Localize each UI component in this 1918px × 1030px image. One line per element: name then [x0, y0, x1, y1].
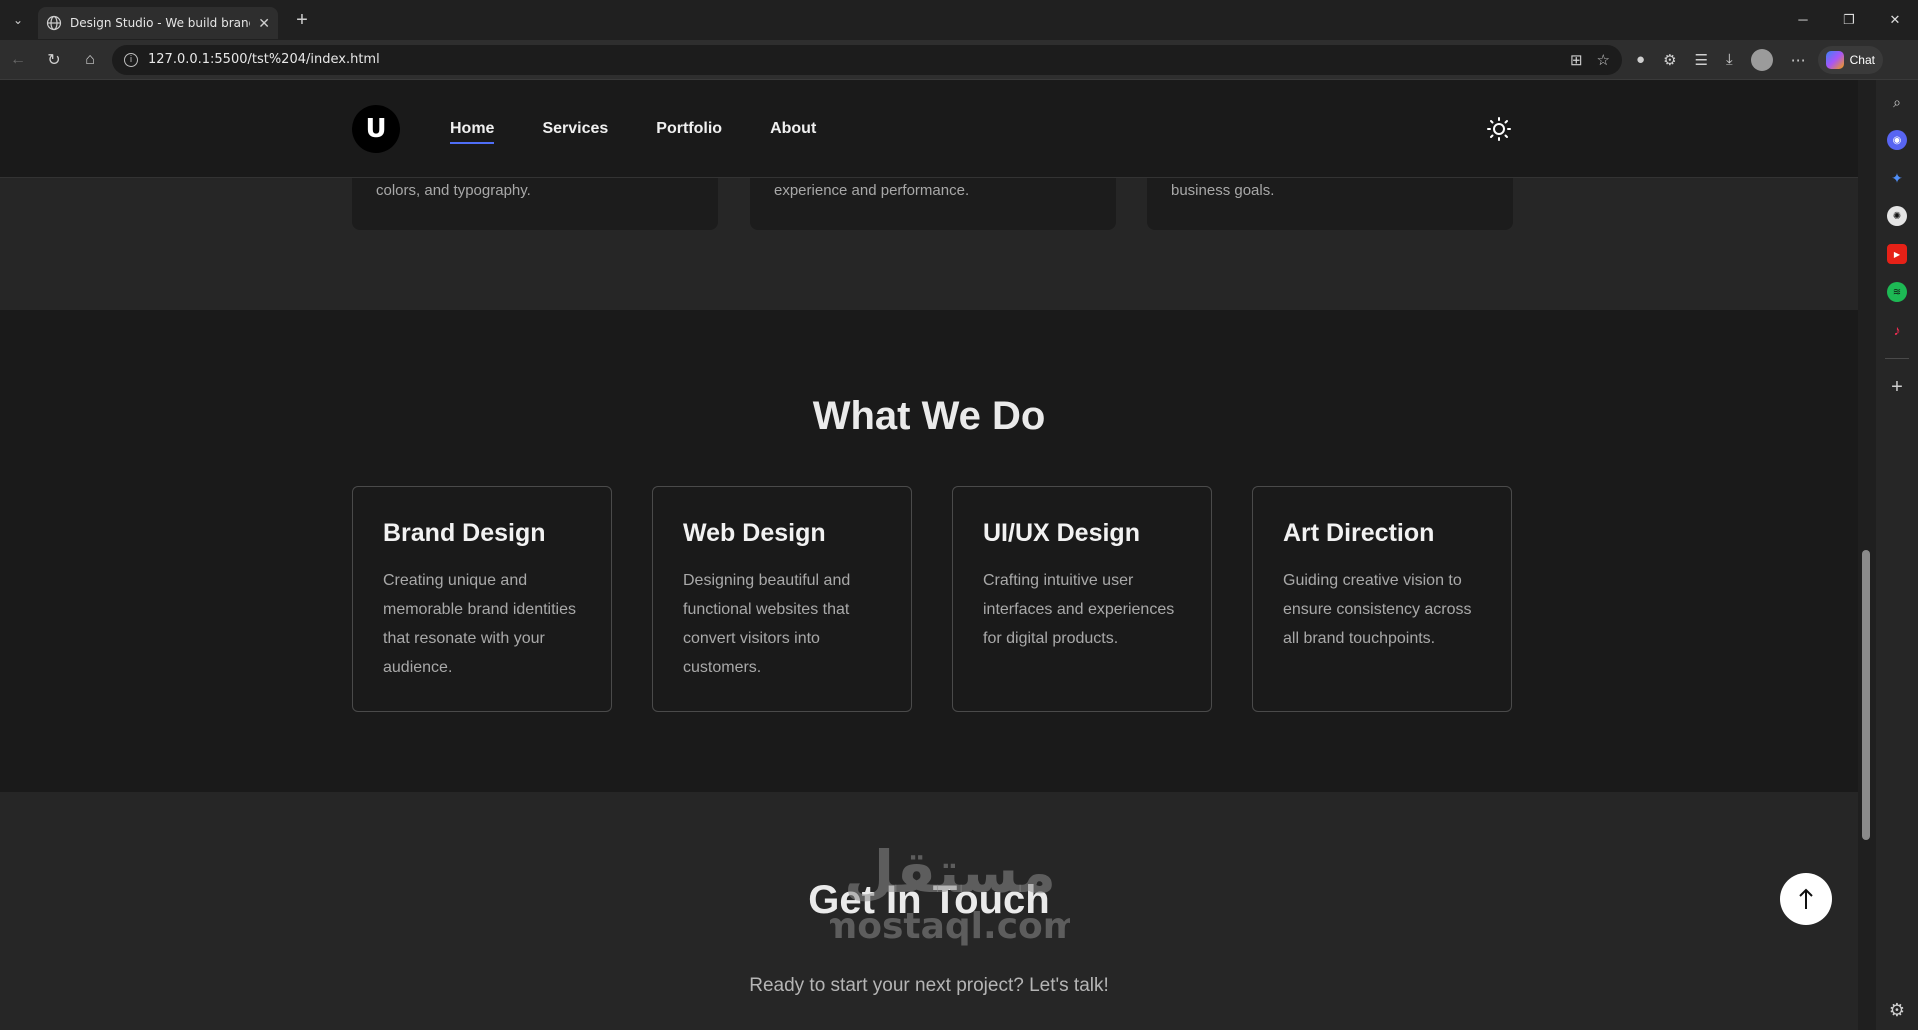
contact-title: Get In Touch: [808, 878, 1050, 922]
sparkle-icon[interactable]: ✦: [1887, 168, 1907, 188]
service-card-text: colors, and typography.: [376, 182, 531, 199]
site-info-icon[interactable]: i: [124, 52, 138, 67]
chatgpt-icon[interactable]: ✺: [1887, 206, 1907, 226]
site-header: U Home Services Portfolio About: [0, 80, 1858, 178]
sun-icon[interactable]: [1486, 116, 1512, 142]
minimize-icon[interactable]: ─: [1780, 12, 1826, 28]
nav-about[interactable]: About: [770, 120, 816, 138]
feature-card-text: Designing beautiful and functional websi…: [683, 572, 851, 676]
translate-icon[interactable]: ⊞: [1570, 51, 1583, 69]
spotify-icon[interactable]: ≋: [1887, 282, 1907, 302]
url-field[interactable]: i 127.0.0.1:5500/tst%204/index.html ⊞ ☆: [112, 44, 1622, 75]
copilot-chat-button[interactable]: Chat: [1817, 45, 1883, 74]
browser-tab-bar: ⌄ Design Studio - We build brands f ✕ + …: [0, 0, 1918, 40]
feature-card-title: Web Design: [683, 519, 826, 547]
favorite-star-icon[interactable]: ☆: [1597, 51, 1610, 69]
downloads-icon[interactable]: ⤓: [1726, 51, 1733, 68]
browser-tab[interactable]: Design Studio - We build brands f ✕: [38, 7, 278, 39]
feature-card-art-direction: Art Direction Guiding creative vision to…: [1252, 486, 1512, 712]
tab-title: Design Studio - We build brands f: [70, 16, 250, 30]
favorites-icon[interactable]: ☰: [1695, 51, 1708, 69]
scrollbar-thumb[interactable]: [1862, 550, 1870, 840]
feature-card-text: Crafting intuitive user interfaces and e…: [983, 572, 1175, 647]
service-card-text: experience and performance.: [774, 182, 970, 199]
feature-card-text: Creating unique and memorable brand iden…: [383, 572, 576, 676]
youtube-icon[interactable]: ▶: [1887, 244, 1907, 264]
window-close-icon[interactable]: ✕: [1872, 12, 1918, 28]
contact-section: Get In Touch Ready to start your next pr…: [0, 792, 1858, 1030]
main-nav: Home Services Portfolio About: [450, 120, 816, 144]
page-scrollbar[interactable]: [1858, 80, 1874, 1030]
more-menu-icon[interactable]: ⋯: [1791, 51, 1806, 69]
add-icon[interactable]: +: [1887, 376, 1907, 398]
profile-avatar[interactable]: [1750, 48, 1773, 71]
brand-logo[interactable]: U: [352, 105, 400, 153]
new-tab-button[interactable]: +: [288, 9, 316, 32]
arrow-up-icon: [1799, 888, 1813, 909]
restore-icon[interactable]: ❐: [1826, 12, 1872, 28]
nav-services[interactable]: Services: [542, 120, 608, 138]
section-title: What We Do: [812, 394, 1046, 438]
tab-close-icon[interactable]: ✕: [258, 15, 270, 32]
feature-card-web-design: Web Design Designing beautiful and funct…: [652, 486, 912, 712]
feature-card-brand-design: Brand Design Creating unique and memorab…: [352, 486, 612, 712]
extensions-icon[interactable]: ⚙: [1663, 51, 1676, 69]
service-card-text: business goals.: [1171, 182, 1275, 199]
search-icon[interactable]: ⌕: [1887, 92, 1907, 112]
copilot-icon: [1825, 50, 1844, 69]
feature-card-title: Brand Design: [383, 519, 546, 547]
page-viewport: colors, and typography. experience and p…: [0, 80, 1858, 1030]
sidebar-divider: [1885, 358, 1909, 359]
browser-address-bar: ← ↻ ⌂ i 127.0.0.1:5500/tst%204/index.htm…: [0, 40, 1918, 80]
discord-icon[interactable]: ◉: [1887, 130, 1907, 150]
feature-card-title: Art Direction: [1283, 519, 1435, 547]
globe-icon: [46, 15, 62, 31]
tiktok-icon[interactable]: ♪: [1887, 320, 1907, 340]
settings-gear-icon[interactable]: ⚙: [1887, 1000, 1907, 1020]
home-icon[interactable]: ⌂: [72, 51, 108, 69]
copilot-label: Chat: [1849, 52, 1875, 67]
url-text: 127.0.0.1:5500/tst%204/index.html: [148, 52, 380, 67]
edge-sidebar: ⌕ ◉ ✦ ✺ ▶ ≋ ♪ + ⚙: [1876, 80, 1918, 1030]
feature-card-uiux-design: UI/UX Design Crafting intuitive user int…: [952, 486, 1212, 712]
reload-icon[interactable]: ↻: [36, 50, 72, 70]
nav-home[interactable]: Home: [450, 120, 495, 144]
feature-card-text: Guiding creative vision to ensure consis…: [1283, 572, 1472, 647]
back-icon[interactable]: ←: [0, 51, 36, 69]
tab-list-chevron-icon[interactable]: ⌄: [4, 6, 32, 34]
contact-subtitle: Ready to start your next project? Let's …: [749, 975, 1109, 996]
nav-portfolio[interactable]: Portfolio: [656, 120, 722, 138]
what-we-do-section: What We Do Brand Design Creating unique …: [0, 310, 1858, 792]
extension-blob-icon[interactable]: ●: [1636, 51, 1645, 68]
scroll-to-top-button[interactable]: [1780, 873, 1832, 925]
feature-card-title: UI/UX Design: [983, 519, 1140, 547]
